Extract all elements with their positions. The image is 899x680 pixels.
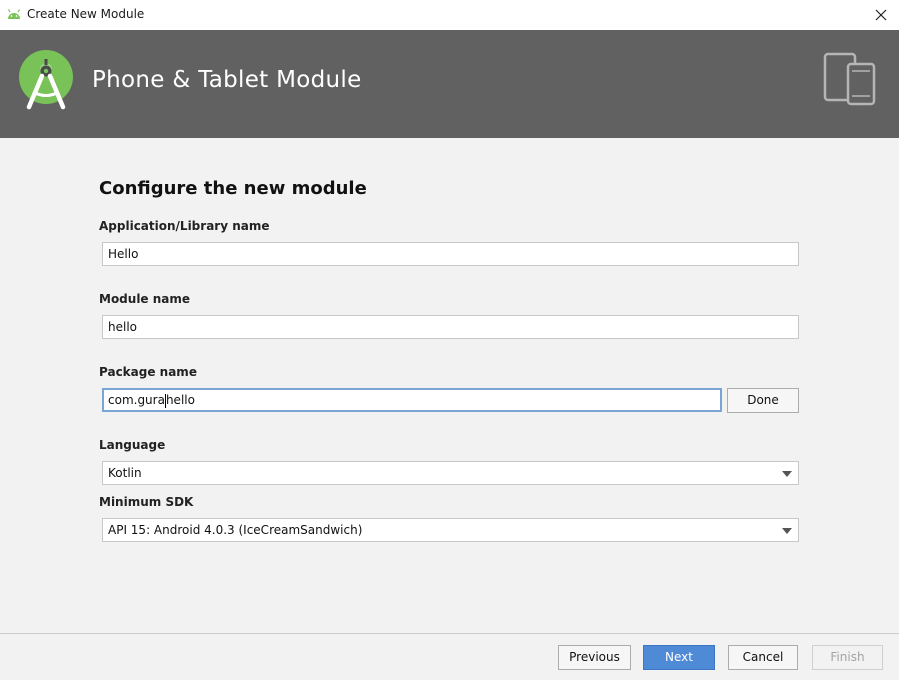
package-name-value-end: hello — [165, 393, 195, 407]
language-value: Kotlin — [108, 466, 142, 480]
app-name-label: Application/Library name — [99, 219, 270, 233]
footer-divider — [0, 633, 899, 634]
package-name-label: Package name — [99, 365, 197, 379]
android-icon — [7, 9, 21, 19]
window-titlebar: Create New Module — [0, 0, 899, 30]
page-title: Configure the new module — [99, 178, 367, 199]
language-label: Language — [99, 438, 166, 452]
phone-tablet-icon — [823, 52, 876, 106]
header-banner: Phone & Tablet Module — [0, 30, 899, 138]
min-sdk-select[interactable]: API 15: Android 4.0.3 (IceCreamSandwich) — [102, 518, 799, 542]
app-name-value: Hello — [108, 247, 139, 261]
app-name-input[interactable]: Hello — [102, 242, 799, 266]
module-name-input[interactable]: hello — [102, 315, 799, 339]
package-name-input[interactable]: com.gurahello — [102, 388, 722, 412]
module-name-label: Module name — [99, 292, 191, 306]
done-button[interactable]: Done — [727, 388, 799, 413]
min-sdk-label: Minimum SDK — [99, 495, 194, 509]
main-content: Configure the new module Application/Lib… — [0, 138, 899, 633]
previous-button[interactable]: Previous — [558, 645, 631, 670]
language-select[interactable]: Kotlin — [102, 461, 799, 485]
close-icon — [875, 9, 887, 21]
cancel-button[interactable]: Cancel — [728, 645, 798, 670]
window-title: Create New Module — [27, 7, 145, 21]
chevron-down-icon — [782, 471, 792, 477]
min-sdk-value: API 15: Android 4.0.3 (IceCreamSandwich) — [108, 523, 363, 537]
finish-button[interactable]: Finish — [812, 645, 883, 670]
module-name-value: hello — [108, 320, 137, 334]
next-button[interactable]: Next — [643, 645, 715, 670]
close-button[interactable] — [871, 5, 891, 25]
banner-title: Phone & Tablet Module — [92, 67, 362, 93]
package-name-value-start: com.gura — [108, 393, 165, 407]
chevron-down-icon — [782, 528, 792, 534]
android-studio-logo-icon — [19, 50, 73, 110]
